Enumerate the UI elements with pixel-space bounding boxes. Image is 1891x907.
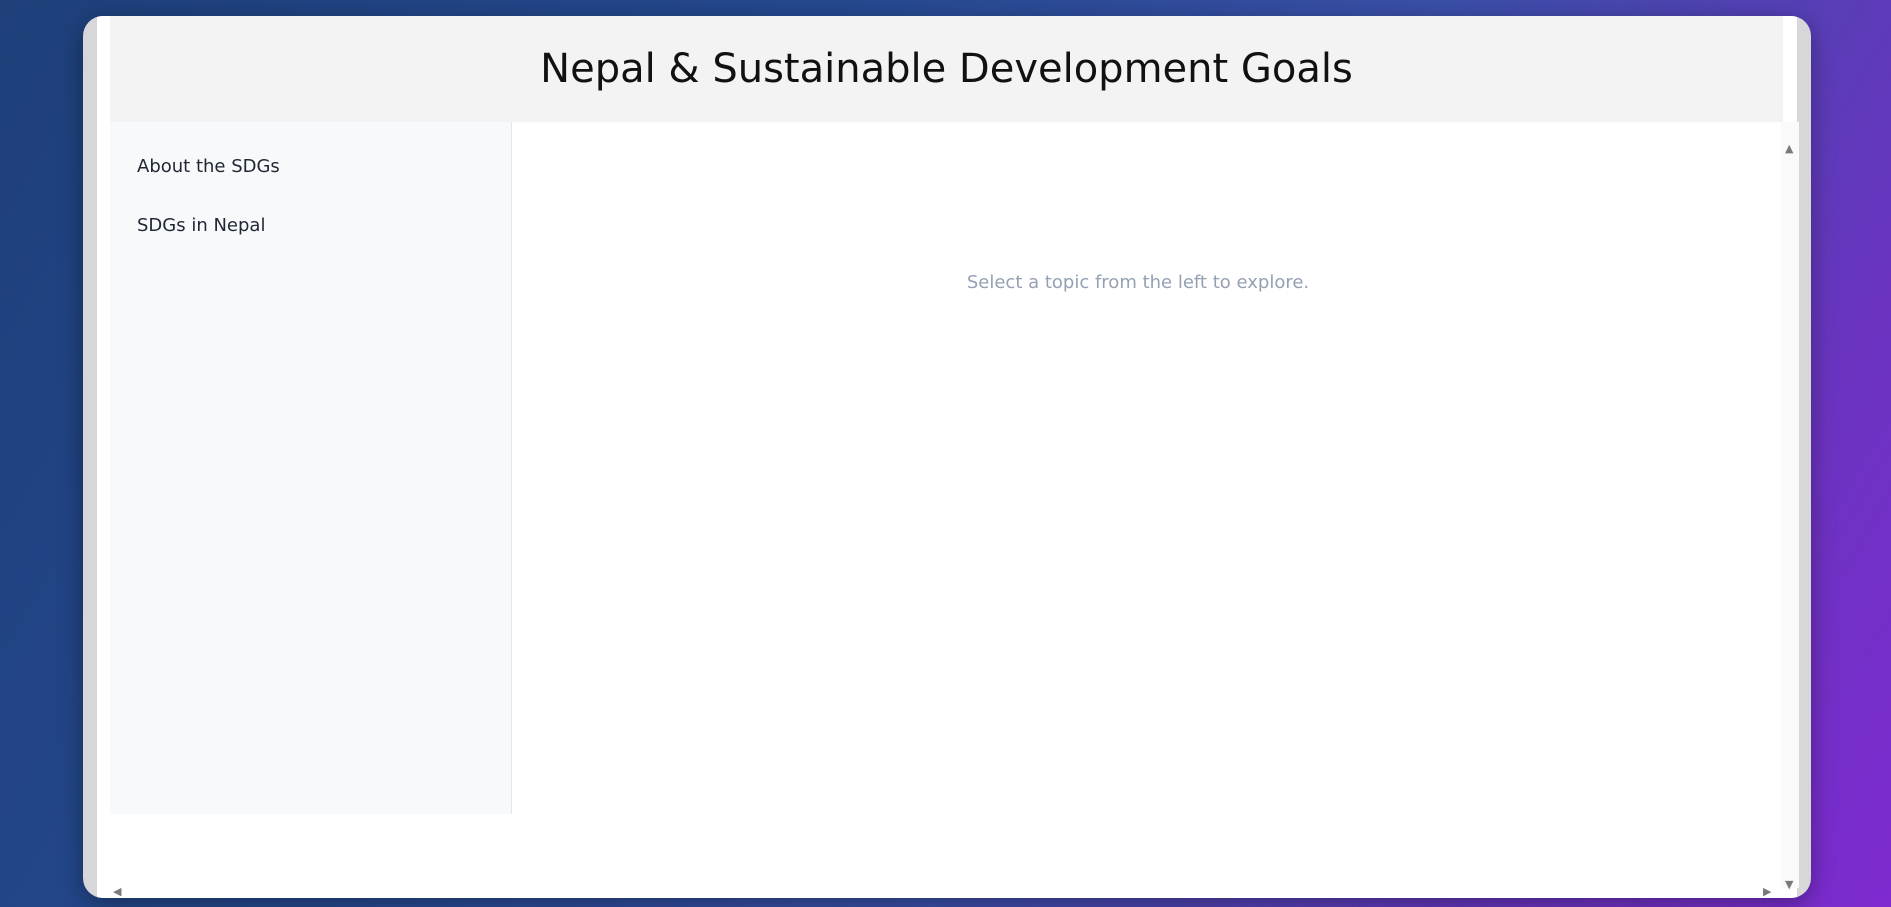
scroll-right-icon[interactable]: ▶ bbox=[1763, 886, 1771, 897]
scroll-left-icon[interactable]: ◀ bbox=[113, 886, 121, 897]
sidebar-item-about-sdgs[interactable]: About the SDGs bbox=[110, 154, 511, 213]
page-title: Nepal & Sustainable Development Goals bbox=[540, 46, 1353, 92]
sidebar: About the SDGs SDGs in Nepal bbox=[110, 122, 512, 814]
main-content: Select a topic from the left to explore. bbox=[513, 122, 1763, 814]
sidebar-item-sdgs-in-nepal[interactable]: SDGs in Nepal bbox=[110, 213, 511, 272]
scroll-up-icon[interactable]: ▲ bbox=[1785, 143, 1793, 154]
page-header: Nepal & Sustainable Development Goals bbox=[110, 16, 1783, 122]
empty-state-message: Select a topic from the left to explore. bbox=[966, 272, 1310, 293]
horizontal-scrollbar[interactable]: ◀ ▶ bbox=[97, 886, 1797, 898]
app-content: Nepal & Sustainable Development Goals Ab… bbox=[97, 16, 1799, 898]
app-window: Nepal & Sustainable Development Goals Ab… bbox=[83, 16, 1811, 898]
vertical-scrollbar[interactable]: ▲ ▼ bbox=[1781, 122, 1799, 890]
